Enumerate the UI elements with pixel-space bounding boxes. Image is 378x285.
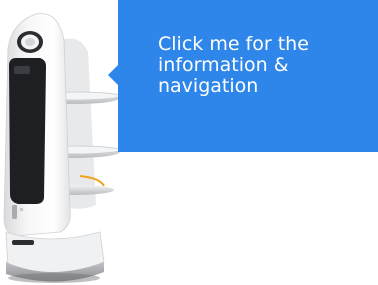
info-navigation-button[interactable]: Click me for the information & navigatio… xyxy=(118,0,378,152)
delivery-robot-icon xyxy=(3,13,121,283)
info-bubble-text: Click me for the information & navigatio… xyxy=(158,33,309,97)
delivery-robot-image[interactable] xyxy=(0,0,128,285)
bubble-pointer xyxy=(108,65,118,85)
robot-info-widget: Click me for the information & navigatio… xyxy=(0,0,378,285)
